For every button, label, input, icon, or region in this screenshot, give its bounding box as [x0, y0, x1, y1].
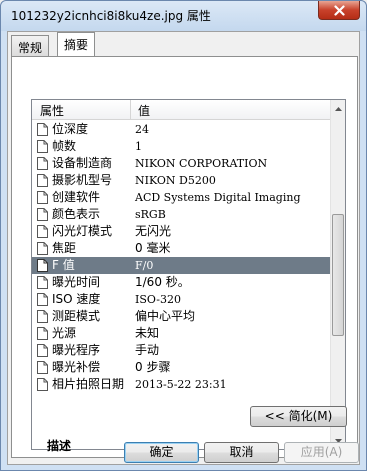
- table-row[interactable]: 位深度 24: [32, 121, 331, 138]
- dialog-body: 常规 摘要 属性 值 位深度 24 帧数 1 设备制造商 NIKON CORPO…: [7, 31, 360, 465]
- table-row[interactable]: 摄影机型号 NIKON D5200: [32, 172, 331, 189]
- scroll-up-button[interactable]: [331, 100, 345, 117]
- section-header-description: 描述: [47, 439, 72, 453]
- summary-panel: 属性 值 位深度 24 帧数 1 设备制造商 NIKON CORPORATION…: [11, 56, 358, 458]
- property-value: 未知: [135, 326, 160, 340]
- table-row[interactable]: 曝光程序 手动: [32, 342, 331, 359]
- document-icon: [37, 225, 48, 238]
- property-name: ISO 速度: [52, 292, 101, 306]
- properties-dialog: 101232y2icnhci8i8ku4ze.jpg 属性 常规 摘要 属性 值…: [0, 0, 367, 471]
- list-header: 属性 值: [32, 100, 331, 120]
- property-name: 曝光补偿: [52, 360, 101, 374]
- property-rows: 位深度 24 帧数 1 设备制造商 NIKON CORPORATION 摄影机型…: [32, 121, 331, 393]
- property-value: NIKON CORPORATION: [135, 157, 268, 170]
- property-value: 手动: [135, 343, 160, 357]
- property-value: NIKON D5200: [135, 174, 216, 187]
- property-value: 1/60 秒。: [135, 275, 190, 289]
- property-value: 0 毫米: [135, 241, 171, 255]
- close-icon: [333, 4, 345, 16]
- property-value: 1: [135, 140, 142, 153]
- scrollbar-thumb[interactable]: [332, 214, 344, 336]
- property-name: 位深度: [52, 122, 89, 136]
- document-icon: [37, 310, 48, 323]
- document-icon: [37, 191, 48, 204]
- table-row[interactable]: ISO 速度 ISO-320: [32, 291, 331, 308]
- tab-general[interactable]: 常规: [11, 35, 50, 56]
- title-bar[interactable]: 101232y2icnhci8i8ku4ze.jpg 属性: [1, 1, 366, 31]
- table-row-selected[interactable]: F 值 F/0: [32, 257, 331, 274]
- property-name: 摄影机型号: [52, 173, 113, 187]
- property-name: 创建软件: [52, 190, 101, 204]
- document-icon: [37, 344, 48, 357]
- apply-button[interactable]: 应用(A): [284, 442, 359, 463]
- property-name: 曝光程序: [52, 343, 101, 357]
- document-icon: [37, 378, 48, 391]
- table-row[interactable]: 闪光灯模式 无闪光: [32, 223, 331, 240]
- property-name: F 值: [52, 258, 75, 272]
- property-name: 焦距: [52, 241, 77, 255]
- close-button[interactable]: [318, 1, 360, 20]
- table-row[interactable]: 测距模式 偏中心平均: [32, 308, 331, 325]
- document-icon: [37, 208, 48, 221]
- property-name: 光源: [52, 326, 77, 340]
- table-row[interactable]: 曝光补偿 0 步骤: [32, 359, 331, 376]
- property-name: 颜色表示: [52, 207, 101, 221]
- property-name: 曝光时间: [52, 275, 101, 289]
- property-name: 帧数: [52, 139, 77, 153]
- simplify-button[interactable]: << 简化(M): [250, 406, 347, 427]
- column-header-property[interactable]: 属性: [40, 102, 64, 119]
- property-value: ACD Systems Digital Imaging: [135, 191, 301, 204]
- property-list[interactable]: 属性 值 位深度 24 帧数 1 设备制造商 NIKON CORPORATION…: [31, 99, 346, 453]
- property-value: 24: [135, 123, 149, 136]
- arrow-up-icon: [334, 106, 342, 111]
- ok-button[interactable]: 确定: [124, 442, 199, 463]
- table-row[interactable]: 焦距 0 毫米: [32, 240, 331, 257]
- property-value: ISO-320: [135, 293, 182, 306]
- document-icon: [37, 327, 48, 340]
- property-name: 测距模式: [52, 309, 101, 323]
- window-title: 101232y2icnhci8i8ku4ze.jpg 属性: [11, 9, 211, 23]
- document-icon: [37, 293, 48, 306]
- table-row[interactable]: 帧数 1: [32, 138, 331, 155]
- document-icon: [37, 123, 48, 136]
- table-row[interactable]: 创建软件 ACD Systems Digital Imaging: [32, 189, 331, 206]
- property-value: F/0: [135, 259, 154, 272]
- cancel-button[interactable]: 取消: [204, 442, 279, 463]
- document-icon: [37, 140, 48, 153]
- document-icon: [37, 242, 48, 255]
- table-row[interactable]: 光源 未知: [32, 325, 331, 342]
- property-value: 0 步骤: [135, 360, 171, 374]
- document-icon: [37, 157, 48, 170]
- property-value: 偏中心平均: [135, 309, 196, 323]
- property-name: 闪光灯模式: [52, 224, 113, 238]
- property-value: 2013-5-22 23:31: [135, 378, 227, 391]
- table-row[interactable]: 曝光时间 1/60 秒。: [32, 274, 331, 291]
- document-icon: [37, 174, 48, 187]
- property-name: 设备制造商: [52, 156, 113, 170]
- document-icon: [37, 259, 48, 272]
- table-row[interactable]: 颜色表示 sRGB: [32, 206, 331, 223]
- column-separator[interactable]: [130, 100, 131, 120]
- document-icon: [37, 361, 48, 374]
- tab-summary[interactable]: 摘要: [57, 32, 96, 56]
- property-value: sRGB: [135, 208, 166, 221]
- table-row[interactable]: 设备制造商 NIKON CORPORATION: [32, 155, 331, 172]
- property-value: 无闪光: [135, 224, 172, 238]
- table-row[interactable]: 相片拍照日期 2013-5-22 23:31: [32, 376, 331, 393]
- vertical-scrollbar[interactable]: [330, 100, 345, 449]
- document-icon: [37, 276, 48, 289]
- column-header-value[interactable]: 值: [138, 102, 150, 119]
- property-name: 相片拍照日期: [52, 377, 125, 391]
